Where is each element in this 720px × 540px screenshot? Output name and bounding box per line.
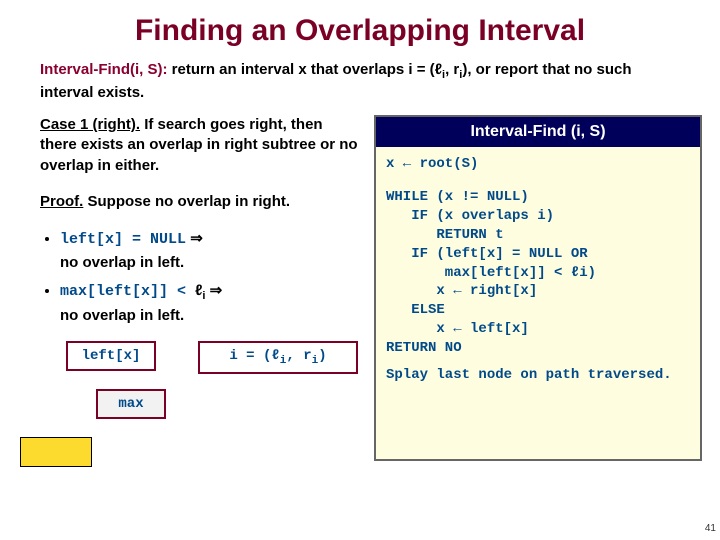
- bullet2-text: no overlap in left.: [60, 307, 184, 324]
- diag-r-b: , r: [286, 348, 311, 364]
- bullet2-imp: ⇒: [205, 282, 222, 299]
- bullet2-code: max[left[x]] <: [60, 283, 195, 300]
- bullet-2: max[left[x]] < ℓi ⇒ no overlap in left.: [60, 280, 360, 327]
- yellow-box: [20, 437, 92, 467]
- proof-text: Suppose no overlap in right.: [88, 193, 291, 210]
- diagram-max-box: max: [96, 389, 166, 419]
- bullet1-code: left[x] = NULL: [60, 231, 186, 248]
- bullet-list: left[x] = NULL ⇒ no overlap in left. max…: [40, 228, 360, 327]
- diagram-left-box: left[x]: [66, 341, 156, 371]
- intro-a: return an interval x that overlaps i = (: [172, 61, 435, 78]
- diagram: left[x] i = (ℓi, ri) max: [40, 341, 360, 461]
- algorithm-header: Interval-Find (i, S): [376, 117, 700, 147]
- intro-text: Interval-Find(i, S): return an interval …: [0, 54, 720, 105]
- algorithm-splay: Splay last node on path traversed.: [376, 364, 700, 394]
- diag-r-ell: ℓ: [271, 348, 279, 364]
- page-number: 41: [705, 523, 716, 534]
- algorithm-panel: Interval-Find (i, S) x ← root(S) WHILE (…: [374, 115, 702, 461]
- proof-paragraph: Proof. Suppose no overlap in right.: [40, 192, 360, 212]
- bullet1-imp: ⇒: [186, 230, 203, 247]
- intro-ell: ℓ: [435, 61, 442, 78]
- left-column: Case 1 (right). If search goes right, th…: [40, 115, 360, 461]
- case-paragraph: Case 1 (right). If search goes right, th…: [40, 115, 360, 176]
- diag-r-a: i = (: [229, 348, 271, 364]
- proof-label: Proof.: [40, 193, 83, 210]
- algorithm-init: x ← root(S): [376, 147, 700, 180]
- case-label: Case 1 (right).: [40, 116, 140, 133]
- page-title: Finding an Overlapping Interval: [0, 0, 720, 54]
- diag-r-c: ): [318, 348, 326, 364]
- function-signature: Interval-Find(i, S):: [40, 61, 168, 78]
- diagram-right-box: i = (ℓi, ri): [198, 341, 358, 374]
- bullet1-text: no overlap in left.: [60, 254, 184, 271]
- bullet-1: left[x] = NULL ⇒ no overlap in left.: [60, 228, 360, 274]
- algorithm-body: WHILE (x != NULL) IF (x overlaps i) RETU…: [376, 180, 700, 364]
- intro-b: , r: [445, 61, 459, 78]
